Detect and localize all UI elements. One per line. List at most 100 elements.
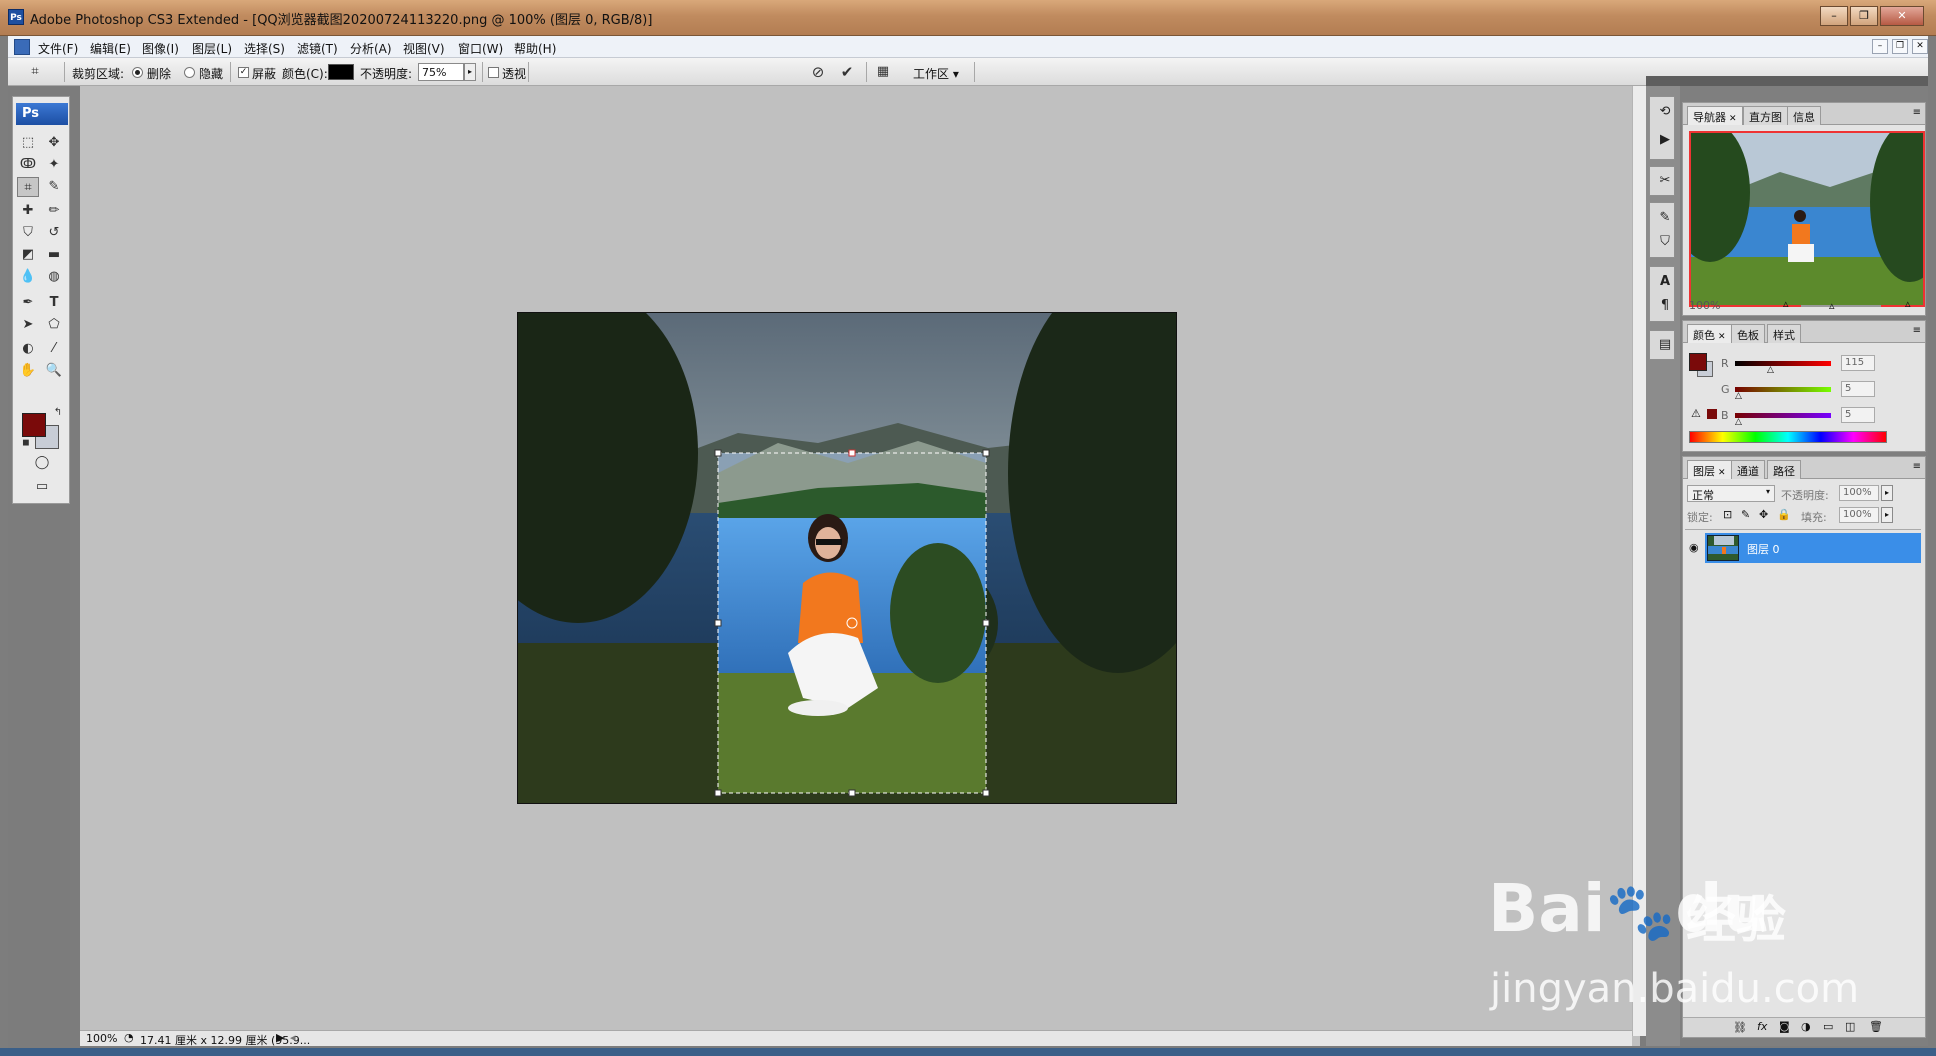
maximize-button[interactable]: ❐ xyxy=(1850,6,1878,26)
close-icon[interactable]: ✕ xyxy=(1729,114,1737,124)
g-value-field[interactable]: 5 xyxy=(1841,381,1875,397)
color-spectrum-bar[interactable] xyxy=(1689,431,1887,443)
b-slider[interactable] xyxy=(1735,413,1831,418)
screen-mode-icon[interactable]: ▭ xyxy=(31,477,53,497)
scroll-left-icon[interactable]: ◂ xyxy=(290,1031,296,1044)
tab-navigator[interactable]: 导航器 ✕ xyxy=(1687,106,1743,125)
doc-close-button[interactable]: ✕ xyxy=(1912,39,1928,54)
clone-source-icon[interactable]: ⛉ xyxy=(1656,233,1674,251)
adjustment-layer-icon[interactable]: ◑ xyxy=(1801,1020,1811,1033)
brush-tool-icon[interactable]: ✏ xyxy=(43,201,65,221)
tab-info[interactable]: 信息 xyxy=(1787,106,1821,125)
menu-layer[interactable]: 图层(L) xyxy=(192,40,232,57)
r-value-field[interactable]: 115 xyxy=(1841,355,1875,371)
path-selection-icon[interactable]: ➤ xyxy=(17,315,39,335)
g-slider[interactable] xyxy=(1735,387,1831,392)
zoom-out-icon[interactable]: ▵ xyxy=(1783,297,1789,310)
menu-file[interactable]: 文件(F) xyxy=(38,40,78,57)
history-panel-icon[interactable]: ⟲ xyxy=(1656,103,1674,121)
menu-filter[interactable]: 滤镜(T) xyxy=(297,40,338,57)
tab-layers[interactable]: 图层 ✕ xyxy=(1687,460,1732,479)
layer-name[interactable]: 图层 0 xyxy=(1747,541,1780,557)
panel-menu-icon[interactable]: ≡ xyxy=(1913,107,1921,118)
lock-pixels-icon[interactable]: ✎ xyxy=(1741,508,1750,521)
tab-swatches[interactable]: 色板 xyxy=(1731,324,1765,343)
perspective-checkbox[interactable] xyxy=(488,67,499,78)
quick-mask-icon[interactable]: ◯ xyxy=(31,453,53,473)
magic-wand-tool-icon[interactable]: ✦ xyxy=(43,155,65,175)
hand-tool-icon[interactable]: ✋ xyxy=(17,361,39,381)
lock-all-icon[interactable]: 🔒 xyxy=(1777,508,1791,521)
layer-comps-icon[interactable]: ▤ xyxy=(1656,336,1674,354)
delete-radio[interactable] xyxy=(132,67,143,78)
menu-help[interactable]: 帮助(H) xyxy=(514,40,556,57)
r-slider-thumb[interactable]: △ xyxy=(1767,365,1774,375)
lock-position-icon[interactable]: ✥ xyxy=(1759,508,1768,521)
menu-select[interactable]: 选择(S) xyxy=(244,40,285,57)
workspace-menu[interactable]: 工作区 ▾ xyxy=(913,65,959,82)
eraser-tool-icon[interactable]: ◩ xyxy=(17,245,39,265)
group-layers-icon[interactable]: ▭ xyxy=(1823,1020,1833,1033)
menu-window[interactable]: 窗口(W) xyxy=(458,40,503,57)
move-tool-icon[interactable]: ✥ xyxy=(43,133,65,153)
delete-layer-icon[interactable]: 🗑 xyxy=(1869,1020,1883,1033)
fill-field[interactable]: 100% xyxy=(1839,507,1879,523)
zoom-slider-thumb[interactable]: ▵ xyxy=(1829,299,1835,312)
character-panel-icon[interactable]: A xyxy=(1656,273,1674,291)
opacity-input[interactable]: 75% xyxy=(418,63,464,81)
g-slider-thumb[interactable]: △ xyxy=(1735,391,1742,401)
menu-edit[interactable]: 编辑(E) xyxy=(90,40,131,57)
link-layers-icon[interactable]: ⛓ xyxy=(1733,1021,1747,1034)
swap-colors-icon[interactable]: ↰ xyxy=(47,403,69,423)
cancel-crop-icon[interactable]: ⊘ xyxy=(807,62,829,82)
document-icon[interactable] xyxy=(14,39,30,55)
doc-minimize-button[interactable]: – xyxy=(1872,39,1888,54)
tab-histogram[interactable]: 直方图 xyxy=(1743,106,1788,125)
tab-color[interactable]: 颜色 ✕ xyxy=(1687,324,1732,343)
fill-arrow[interactable]: ▸ xyxy=(1881,507,1893,523)
dodge-tool-icon[interactable]: ◍ xyxy=(43,267,65,287)
blur-tool-icon[interactable]: 💧 xyxy=(17,267,39,287)
color-fg-swatch[interactable] xyxy=(1689,353,1707,371)
opacity-slider-arrow[interactable]: ▸ xyxy=(464,63,476,81)
minimize-button[interactable]: – xyxy=(1820,6,1848,26)
menu-view[interactable]: 视图(V) xyxy=(403,40,445,57)
menu-image[interactable]: 图像(I) xyxy=(142,40,179,57)
new-layer-icon[interactable]: ◫ xyxy=(1845,1020,1855,1033)
slice-tool-icon[interactable]: ✎ xyxy=(43,177,65,197)
brushes-panel-icon[interactable]: ✎ xyxy=(1656,209,1674,227)
actions-panel-icon[interactable]: ▶ xyxy=(1656,131,1674,149)
panel-menu-icon[interactable]: ≡ xyxy=(1913,325,1921,336)
bridge-icon[interactable]: ▦ xyxy=(872,62,894,82)
document-canvas[interactable] xyxy=(80,86,1640,1046)
b-value-field[interactable]: 5 xyxy=(1841,407,1875,423)
navigator-zoom[interactable]: 100% xyxy=(1689,299,1720,312)
blend-mode-select[interactable]: 正常 ▾ xyxy=(1687,485,1775,502)
gradient-tool-icon[interactable]: ▬ xyxy=(43,245,65,265)
tool-presets-icon[interactable]: ✂ xyxy=(1656,172,1674,190)
layer-opacity-arrow[interactable]: ▸ xyxy=(1881,485,1893,501)
lasso-tool-icon[interactable]: ↂ xyxy=(17,155,39,175)
crop-tool-icon[interactable]: ⌗ xyxy=(17,177,39,197)
status-arrow-icon[interactable]: ▶ xyxy=(276,1031,284,1044)
layer-mask-icon[interactable]: ◙ xyxy=(1779,1020,1790,1033)
tab-channels[interactable]: 通道 xyxy=(1731,460,1765,479)
close-icon[interactable]: ✕ xyxy=(1718,332,1726,342)
out-of-gamut-icon[interactable]: ⚠ xyxy=(1691,407,1701,420)
eye-icon[interactable]: ◉ xyxy=(1689,541,1699,554)
eyedropper-icon[interactable]: ⁄ xyxy=(43,339,65,359)
default-colors-icon[interactable]: ◼ xyxy=(15,433,37,453)
paragraph-panel-icon[interactable]: ¶ xyxy=(1656,297,1674,315)
3d-rotate-icon[interactable]: ◐ xyxy=(17,339,39,359)
history-brush-icon[interactable]: ↺ xyxy=(43,223,65,243)
close-button[interactable]: ✕ xyxy=(1880,6,1924,26)
status-menu-icon[interactable]: ◔ xyxy=(124,1031,134,1044)
tab-styles[interactable]: 样式 xyxy=(1767,324,1801,343)
crop-tool-preset-icon[interactable]: ⌗ xyxy=(24,62,46,82)
clone-stamp-icon[interactable]: ⛉ xyxy=(17,223,39,243)
menu-analysis[interactable]: 分析(A) xyxy=(350,40,392,57)
close-icon[interactable]: ✕ xyxy=(1718,468,1726,478)
tab-paths[interactable]: 路径 xyxy=(1767,460,1801,479)
zoom-readout[interactable]: 100% xyxy=(86,1032,117,1045)
panel-menu-icon[interactable]: ≡ xyxy=(1913,461,1921,472)
